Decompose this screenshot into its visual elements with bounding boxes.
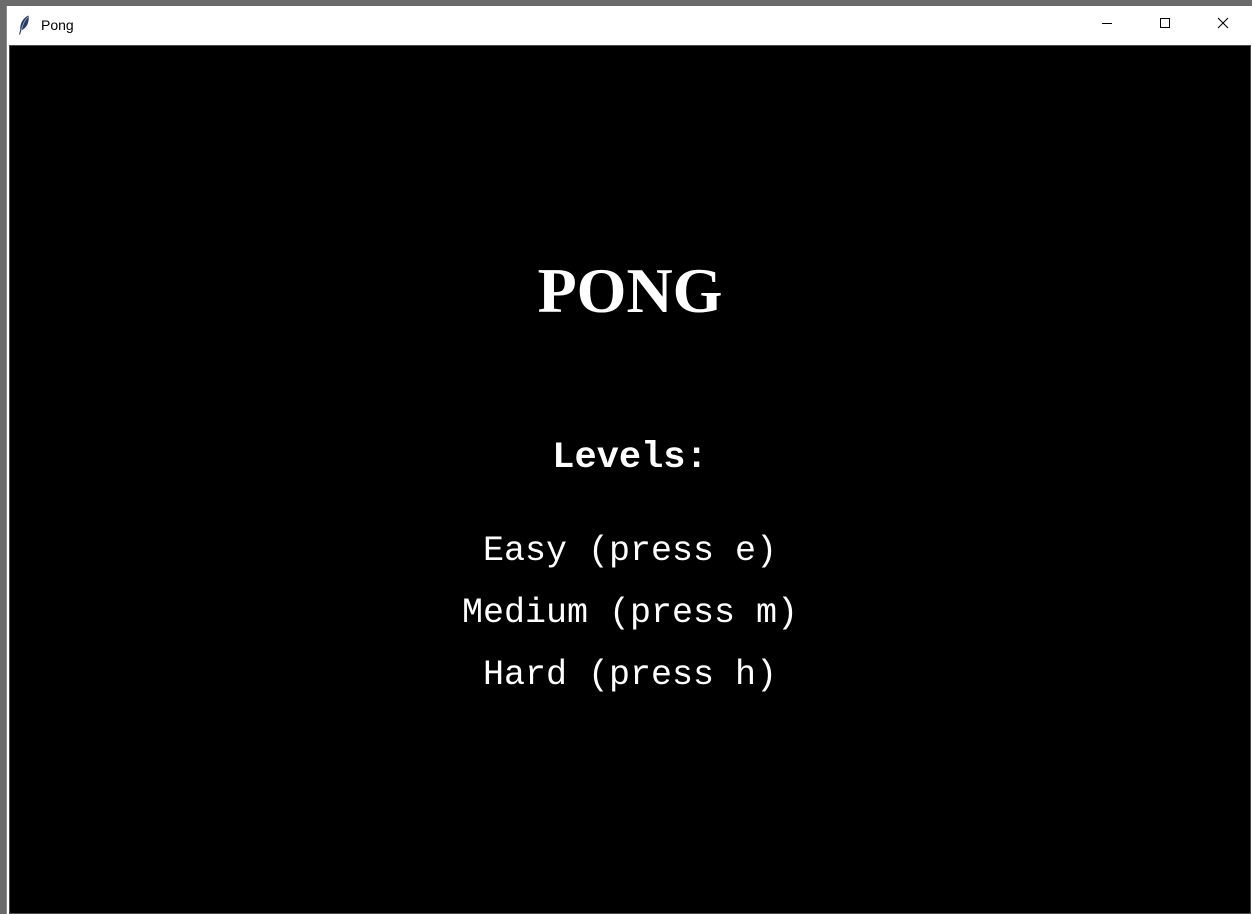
- minimize-button[interactable]: [1078, 6, 1136, 43]
- levels-heading: Levels:: [552, 437, 708, 479]
- maximize-icon: [1159, 16, 1171, 34]
- level-option-medium: Medium (press m): [461, 593, 799, 633]
- game-canvas[interactable]: PONG Levels: Easy (press e) Medium (pres…: [9, 45, 1251, 914]
- game-title: PONG: [537, 255, 723, 326]
- minimize-icon: [1101, 16, 1113, 34]
- level-option-hard: Hard (press h): [482, 655, 778, 695]
- level-option-easy: Easy (press e): [482, 531, 778, 571]
- close-button[interactable]: [1194, 6, 1252, 43]
- app-window: Pong PONG Levels: Easy (press e) Medium …: [6, 6, 1252, 914]
- feather-icon: [17, 14, 31, 36]
- window-title: Pong: [41, 16, 74, 33]
- maximize-button[interactable]: [1136, 6, 1194, 43]
- title-bar[interactable]: Pong: [7, 6, 1252, 43]
- window-controls: [1078, 6, 1252, 43]
- close-icon: [1217, 16, 1229, 34]
